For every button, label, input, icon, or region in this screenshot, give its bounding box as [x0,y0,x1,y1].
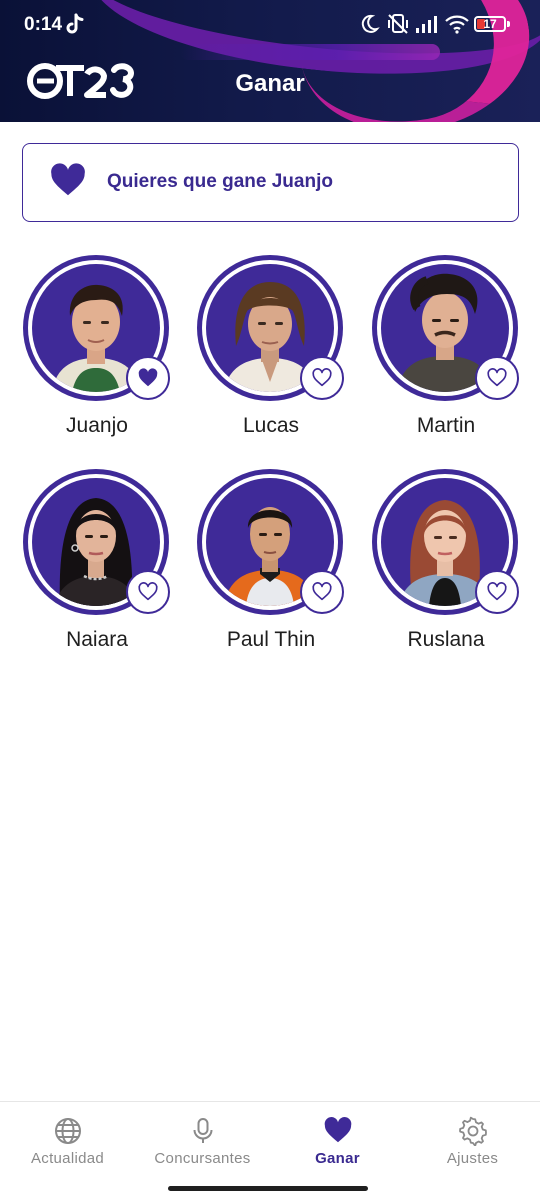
nav-item-ganar[interactable]: Ganar [270,1116,405,1176]
heart-outline-icon [487,582,507,601]
nav-label: Ganar [315,1150,360,1167]
nav-item-ajustes[interactable]: Ajustes [405,1116,540,1176]
nav-label: Concursantes [154,1150,251,1167]
page-title: Ganar [235,70,305,97]
contestant-name: Ruslana [407,628,485,651]
screen: 0:14 17 Ganar Quieres que gane Juanjo Ju… [0,0,540,1200]
heart-outline-icon [138,582,158,601]
tiktok-icon [66,13,84,34]
battery-tip [507,21,510,27]
heart-icon [51,163,85,196]
nav-label: Actualidad [30,1150,105,1167]
favorite-heart-button[interactable] [300,356,344,400]
battery-icon: 17 [474,16,506,32]
status-time: 0:14 [24,14,63,35]
home-indicator[interactable] [168,1186,368,1191]
contestant-card-martin[interactable]: Martin [371,255,521,455]
nav-item-concursantes[interactable]: Concursantes [135,1116,270,1176]
vibrate-off-icon [388,14,408,34]
contestant-name: Martin [416,414,476,437]
contestant-card-paul-thin[interactable]: Paul Thin [196,469,346,669]
favorite-heart-button[interactable] [300,570,344,614]
contestant-name: Juanjo [66,414,128,437]
contestant-name: Lucas [242,414,300,437]
contestant-card-juanjo[interactable]: Juanjo [22,255,172,455]
contestant-card-ruslana[interactable]: Ruslana [371,469,521,669]
favorite-heart-button[interactable] [126,356,170,400]
nav-label: Ajustes [446,1150,499,1167]
heart-outline-icon [312,582,332,601]
favorite-heart-button[interactable] [475,356,519,400]
heart-icon [324,1117,351,1143]
signal-icon [416,16,437,33]
gear-icon [458,1116,487,1146]
contestant-name: Naiara [66,628,128,651]
status-bar: 0:14 17 [0,0,540,48]
heart-filled-icon [138,368,158,387]
globe-icon [54,1118,81,1144]
contestant-card-naiara[interactable]: Naiara [22,469,172,669]
favorite-heart-button[interactable] [475,570,519,614]
battery-percent: 17 [483,17,497,31]
app-header: 0:14 17 Ganar [0,0,540,122]
contestant-card-lucas[interactable]: Lucas [196,255,346,455]
nav-item-actualidad[interactable]: Actualidad [0,1116,135,1176]
heart-outline-icon [312,368,332,387]
bottom-navigation: Actualidad Concursantes Ganar Ajustes [0,1101,540,1200]
favorite-banner: Quieres que gane Juanjo [22,143,519,222]
heart-outline-icon [487,368,507,387]
contestant-name: Paul Thin [226,628,316,651]
favorite-banner-text: Quieres que gane Juanjo [107,171,333,192]
favorite-heart-button[interactable] [126,570,170,614]
wifi-icon [445,15,469,34]
microphone-icon [193,1118,212,1143]
moon-icon [361,14,380,33]
